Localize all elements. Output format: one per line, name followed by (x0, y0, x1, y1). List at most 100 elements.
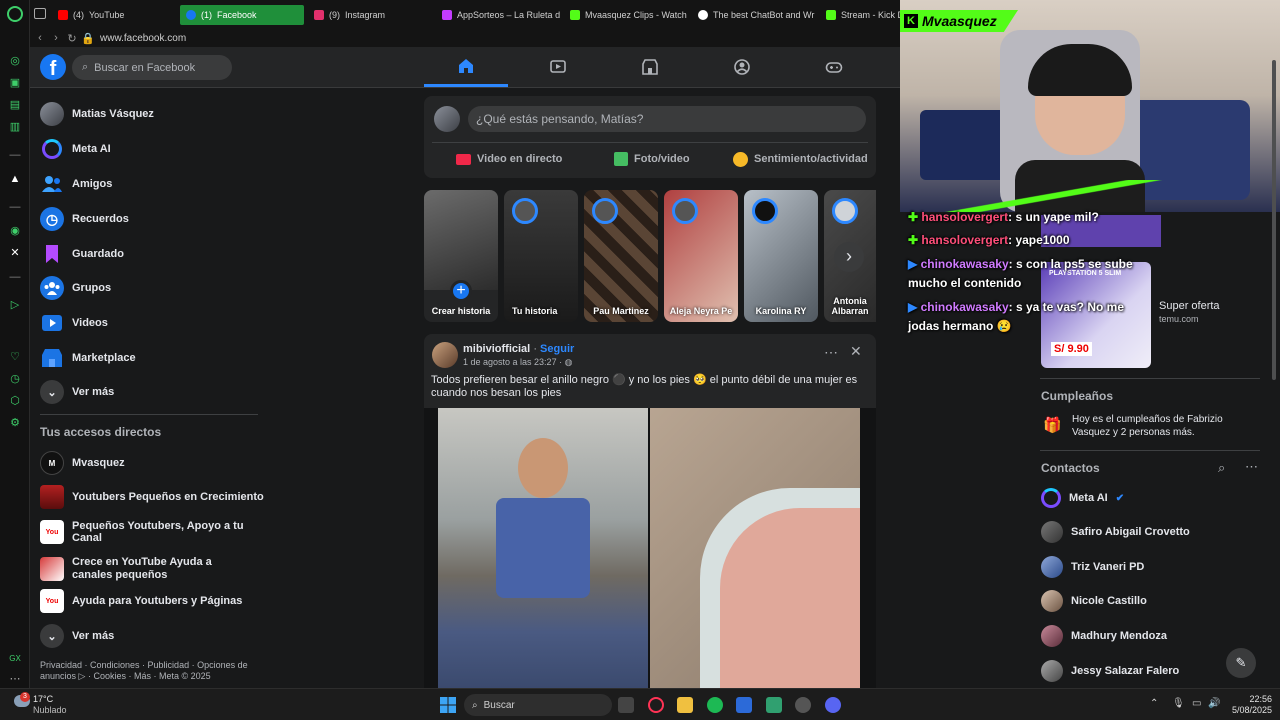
app-icon[interactable]: ▲ (8, 172, 22, 186)
history-icon[interactable]: ◷ (8, 372, 22, 386)
contact-item[interactable]: Jessy Salazar Falero (1041, 659, 1179, 683)
story-karolina[interactable]: Karolina RY (744, 190, 818, 322)
chevron-up-icon[interactable]: ⌃ (1150, 698, 1158, 709)
live-video-button[interactable]: Video en directo (456, 148, 562, 170)
left-item-profile[interactable]: Matias Vásquez (40, 100, 154, 128)
new-message-icon[interactable]: ✎ (1226, 648, 1256, 678)
nav-gaming[interactable] (792, 47, 876, 87)
close-icon[interactable]: ✕ (850, 343, 862, 360)
divider-icon: — (9, 201, 21, 213)
more-icon[interactable]: ⋯ (8, 672, 22, 686)
left-item-memories[interactable]: ◷ Recuerdos (40, 205, 129, 233)
search-input[interactable]: ⌕ Buscar en Facebook (72, 55, 232, 80)
store-icon[interactable] (736, 697, 752, 713)
story-pau[interactable]: Pau Martinez (584, 190, 658, 322)
player-icon[interactable]: ▷ (8, 298, 22, 312)
left-item-saved[interactable]: Guardado (40, 240, 124, 268)
chevron-right-icon[interactable]: › (834, 242, 864, 272)
story-create[interactable]: + Crear historia (424, 190, 498, 322)
clock-date[interactable]: 5/08/2025 (1224, 705, 1272, 715)
scrollbar[interactable] (1272, 60, 1276, 380)
story-aleja[interactable]: Aleja Neyra Pe (664, 190, 738, 322)
back-icon[interactable]: ‹ (32, 32, 48, 44)
weather-temp[interactable]: 17°C (33, 694, 53, 704)
spotify-icon[interactable] (707, 697, 723, 713)
messenger-icon[interactable]: ▥ (8, 120, 22, 134)
ad-title[interactable]: Super oferta (1159, 300, 1220, 312)
file-explorer-icon[interactable] (677, 697, 693, 713)
x-icon[interactable]: ✕ (8, 246, 22, 260)
settings-icon[interactable]: ⚙ (8, 416, 22, 430)
tab-kick-stream[interactable]: Stream - Kick D (820, 5, 900, 25)
ad-domain[interactable]: temu.com (1159, 314, 1199, 324)
tab-facebook[interactable]: (1) Facebook (180, 5, 304, 25)
more-options-icon[interactable]: ⋯ (824, 344, 838, 361)
shortcut-crece-youtube[interactable]: Crece en YouTube Ayuda a canales pequeño… (40, 553, 250, 585)
left-item-marketplace[interactable]: Marketplace (40, 344, 136, 372)
shortcut-mvasquez[interactable]: M Mvasquez (40, 449, 125, 477)
taskbar-search[interactable]: ⌕ Buscar (464, 694, 612, 716)
contact-item[interactable]: Nicole Castillo (1041, 589, 1147, 613)
opera-icon[interactable] (648, 697, 664, 713)
contact-item[interactable]: Safiro Abigail Crovetto (1041, 520, 1190, 544)
clock-time[interactable]: 22:56 (1228, 694, 1272, 704)
composer-input[interactable]: ¿Qué estás pensando, Matías? (468, 106, 866, 132)
story-own[interactable]: Tu historia (504, 190, 578, 322)
contact-item[interactable]: Madhury Mendoza (1041, 624, 1167, 648)
whatsapp-icon[interactable]: ◉ (8, 224, 22, 238)
post-author[interactable]: mibiviofficial (463, 343, 530, 355)
obs-icon[interactable] (795, 697, 811, 713)
contact-item[interactable]: Triz Vaneri PD (1041, 555, 1144, 579)
heart-icon[interactable]: ♡ (8, 350, 22, 364)
birthday-text[interactable]: Hoy es el cumpleaños de Fabrizio Vasquez… (1072, 413, 1262, 439)
post-media[interactable] (424, 408, 876, 688)
shortcut-youtubers-pequenos[interactable]: Youtubers Pequeños en Crecimiento (40, 483, 264, 511)
app-icon[interactable] (766, 697, 782, 713)
workspaces-icon[interactable] (34, 8, 46, 19)
nav-video[interactable] (516, 47, 600, 87)
task-view-icon[interactable] (618, 697, 634, 713)
microphone-icon[interactable]: 🎙 (1172, 698, 1185, 709)
extensions-icon[interactable]: ⬡ (8, 394, 22, 408)
tab-kick-clips[interactable]: Mvaasquez Clips - Watch (564, 5, 688, 25)
weather-label[interactable]: Nublado (33, 705, 67, 715)
tab-chatbot[interactable]: The best ChatBot and Wr (692, 5, 816, 25)
contact-meta-ai[interactable]: Meta AI ✔ (1041, 486, 1124, 510)
gx-icon[interactable]: ▤ (8, 98, 22, 112)
ad-image[interactable]: PLAYSTATION 5 SLIM S/ 9.90 (1041, 262, 1151, 368)
tab-instagram[interactable]: (9) Instagram (308, 5, 432, 25)
shortcut-pequenos-youtubers[interactable]: You Pequeños Youtubers, Apoyo a tu Canal (40, 518, 270, 546)
left-item-videos[interactable]: Videos (40, 309, 108, 337)
more-options-icon[interactable]: ⋯ (1245, 459, 1258, 475)
footer-links[interactable]: Privacidad · Condiciones · Publicidad · … (40, 660, 250, 682)
left-item-see-more[interactable]: ⌄ Ver más (40, 378, 114, 406)
shortcut-ayuda-youtubers[interactable]: You Ayuda para Youtubers y Páginas (40, 587, 242, 615)
tab-appsorteos[interactable]: AppSorteos – La Ruleta d (436, 5, 560, 25)
aria-icon[interactable]: ◎ (8, 54, 22, 68)
forward-icon[interactable]: › (48, 32, 64, 44)
opera-logo-icon[interactable] (7, 6, 23, 22)
discord-icon[interactable] (825, 697, 841, 713)
avatar[interactable] (432, 342, 458, 368)
reload-icon[interactable]: ↻ (64, 32, 80, 45)
nav-marketplace[interactable] (608, 47, 692, 87)
feeling-button[interactable]: Sentimiento/actividad (733, 148, 868, 170)
shortcuts-see-more[interactable]: ⌄ Ver más (40, 622, 114, 650)
volume-icon[interactable]: 🔊 (1208, 698, 1220, 709)
left-item-friends[interactable]: Amigos (40, 170, 112, 198)
left-item-groups[interactable]: Grupos (40, 274, 111, 302)
left-item-meta-ai[interactable]: Meta AI (40, 135, 111, 163)
tab-youtube[interactable]: (4) YouTube (52, 5, 176, 25)
nav-groups[interactable] (700, 47, 784, 87)
gx-logo-icon[interactable]: GX (8, 652, 22, 666)
post-time[interactable]: 1 de agosto a las 23:27 · (463, 357, 565, 367)
nav-home[interactable] (424, 47, 508, 87)
url-field[interactable]: www.facebook.com (100, 33, 186, 44)
follow-button[interactable]: Seguir (540, 343, 574, 355)
facebook-logo[interactable]: f (40, 54, 66, 80)
display-icon[interactable]: ▭ (1192, 698, 1201, 709)
search-icon[interactable]: ⌕ (1218, 460, 1225, 476)
photo-video-button[interactable]: Foto/video (614, 148, 690, 170)
bag-icon[interactable]: ▣ (8, 76, 22, 90)
windows-start-icon[interactable] (440, 697, 456, 713)
